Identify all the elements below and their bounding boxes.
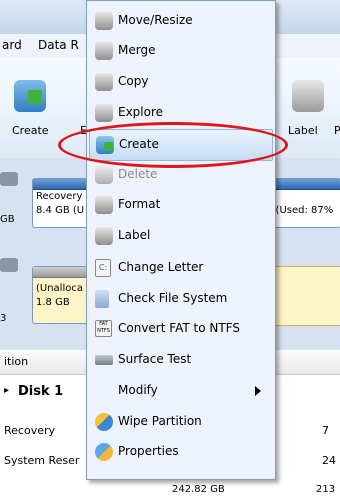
- disk-icon: [95, 196, 113, 214]
- column-partition[interactable]: ition: [4, 355, 28, 368]
- toolbar-p-label: P: [334, 124, 340, 137]
- disk-icon: [95, 166, 113, 184]
- surface-test-icon: [95, 355, 113, 365]
- row-name: Recovery: [4, 424, 56, 437]
- create-partition-icon: [14, 80, 46, 112]
- check-icon: [95, 290, 109, 308]
- drive-letter-icon: C:: [95, 259, 111, 277]
- menu-item-properties[interactable]: Properties: [87, 437, 275, 467]
- expand-icon[interactable]: ▸: [4, 385, 9, 396]
- menu-item-surface-test[interactable]: Surface Test: [87, 345, 275, 375]
- partition-unallocated-right[interactable]: [272, 266, 340, 326]
- row-value: 213: [316, 484, 336, 495]
- wipe-icon: [95, 413, 113, 431]
- disk-icon: [95, 104, 113, 122]
- disk-size-text: 3: [0, 313, 7, 324]
- menu-item-change-letter[interactable]: C: Change Letter: [87, 253, 275, 283]
- menu-wizard[interactable]: ard: [2, 38, 22, 52]
- menu-item-format[interactable]: Format: [87, 190, 275, 220]
- row-name: System Reser: [4, 454, 80, 467]
- menu-item-copy[interactable]: Copy: [87, 67, 275, 97]
- toolbar-create-button[interactable]: [14, 80, 46, 112]
- row-value: 24: [322, 454, 336, 467]
- highlight-ellipse: [58, 122, 288, 168]
- toolbar-create-label: Create: [12, 124, 49, 137]
- menu-item-check-file-system[interactable]: Check File System: [87, 284, 275, 314]
- row-value: 7: [322, 424, 329, 437]
- disk-size-text: GB: [0, 214, 15, 225]
- menu-item-wipe-partition[interactable]: Wipe Partition: [87, 407, 275, 437]
- table-row[interactable]: 242.82 GB 213: [0, 482, 340, 504]
- menu-data-recovery[interactable]: Data R: [38, 38, 79, 52]
- label-icon: [292, 80, 324, 112]
- menu-item-label[interactable]: Label: [87, 221, 275, 251]
- row-size: 242.82 GB: [172, 484, 225, 495]
- toolbar-label-button[interactable]: [292, 80, 324, 112]
- disk-icon: [95, 42, 113, 60]
- disk-icon: [0, 258, 18, 272]
- menu-item-merge[interactable]: Merge: [87, 36, 275, 66]
- disk-icon: [95, 12, 113, 30]
- menu-item-convert-fat-ntfs[interactable]: FAT NTFS Convert FAT to NTFS: [87, 314, 275, 344]
- toolbar-label-label: Label: [288, 124, 318, 137]
- disk-icon: [95, 73, 113, 91]
- disk-icon: [0, 172, 18, 186]
- convert-icon: FAT NTFS: [95, 320, 112, 337]
- context-menu: Move/Resize Merge Copy Explore Create De…: [86, 0, 276, 480]
- properties-icon: [95, 443, 113, 461]
- menu-item-modify[interactable]: Modify: [87, 376, 275, 406]
- menu-item-move-resize[interactable]: Move/Resize: [87, 6, 275, 36]
- disk-label: Disk 1: [18, 384, 64, 399]
- disk-icon: [95, 227, 113, 245]
- submenu-arrow-icon: [255, 386, 261, 396]
